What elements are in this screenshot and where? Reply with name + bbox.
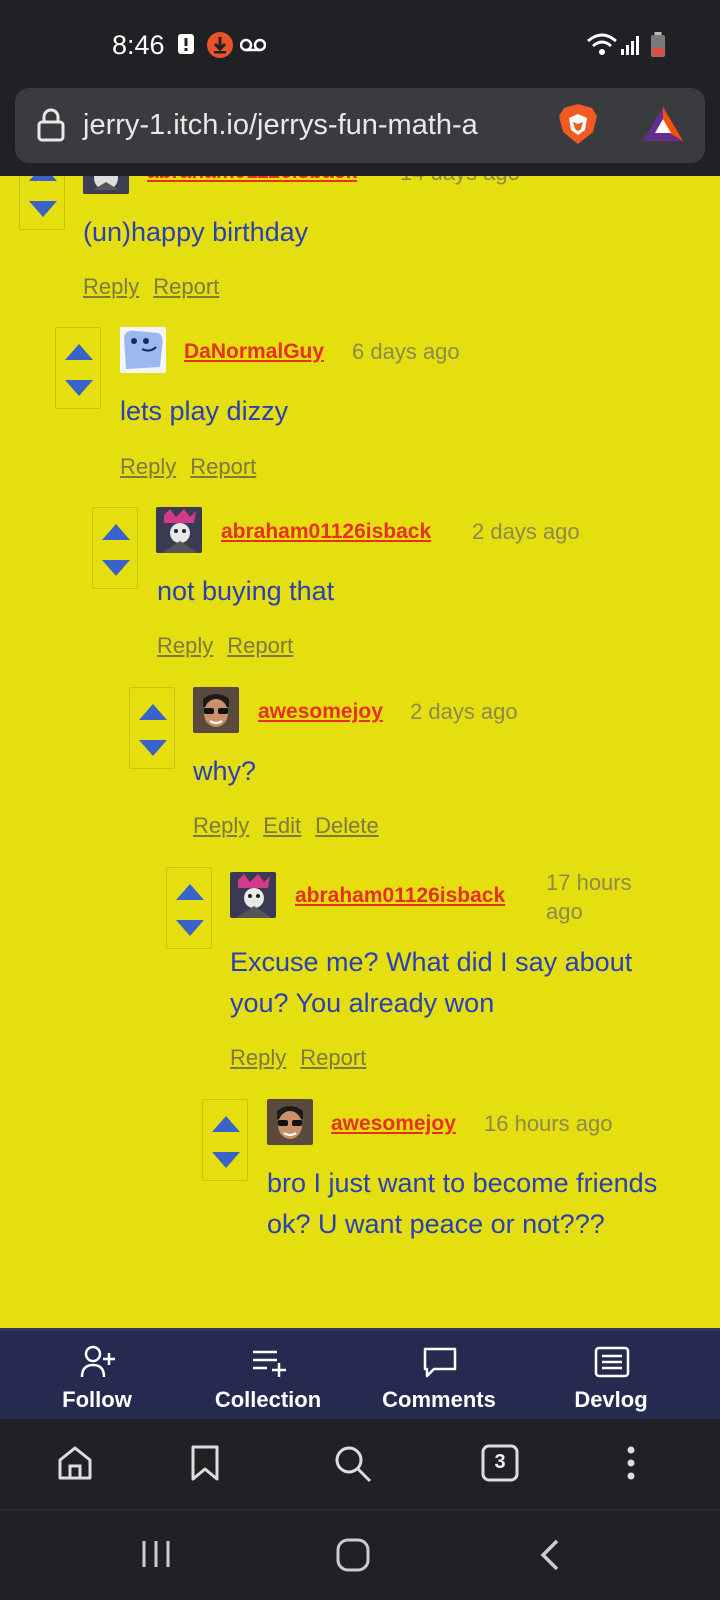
comment-actions: Reply Report	[83, 274, 233, 300]
downvote-button[interactable]	[65, 380, 93, 396]
upvote-button[interactable]	[176, 884, 204, 900]
game-action-bar: Follow Collection Comments Devlog	[0, 1328, 720, 1419]
comment-icon	[423, 1347, 457, 1378]
comment-actions: Reply Report	[157, 633, 307, 659]
wifi-icon	[586, 32, 618, 63]
tab-count: 3	[494, 1451, 506, 1473]
reply-link[interactable]: Reply	[193, 813, 249, 838]
avatar[interactable]	[120, 327, 166, 373]
comment-actions: Reply Report	[230, 1045, 380, 1071]
comment-time[interactable]: 2 days ago	[410, 699, 518, 725]
comment-author[interactable]: DaNormalGuy	[184, 340, 324, 364]
voicemail-icon	[239, 38, 267, 57]
collection-label: Collection	[214, 1387, 322, 1412]
upvote-button[interactable]	[212, 1116, 240, 1132]
comment-author[interactable]: awesomejoy	[331, 1112, 456, 1136]
comment-time[interactable]: ago	[546, 899, 583, 925]
report-link[interactable]: Report	[190, 454, 256, 479]
avatar[interactable]	[156, 507, 202, 553]
recent-apps-icon[interactable]	[139, 1538, 173, 1575]
avatar[interactable]	[83, 176, 129, 194]
status-bar: 8:46	[0, 0, 720, 88]
comments-label: Comments	[382, 1387, 496, 1412]
devlog-label: Devlog	[574, 1387, 648, 1412]
comment-body: bro I just want to become friends ok? U …	[267, 1168, 658, 1239]
reply-link[interactable]: Reply	[157, 633, 213, 658]
search-icon[interactable]	[333, 1444, 373, 1489]
reply-link[interactable]: Reply	[120, 454, 176, 479]
alert-icon	[177, 33, 195, 60]
report-link[interactable]: Report	[227, 633, 293, 658]
vote-box	[92, 507, 138, 589]
downvote-button[interactable]	[139, 740, 167, 756]
add-to-collection-icon	[253, 1350, 286, 1377]
downvote-button[interactable]	[176, 920, 204, 936]
comment-actions: Reply Report	[120, 454, 270, 480]
vote-box	[202, 1099, 248, 1181]
report-link[interactable]: Report	[153, 274, 219, 299]
avatar[interactable]	[193, 687, 239, 733]
system-nav-bar	[0, 1509, 720, 1600]
comment-time[interactable]: 2 days ago	[472, 519, 580, 545]
download-notification-icon	[206, 31, 234, 64]
avatar[interactable]	[267, 1099, 313, 1145]
more-menu-icon[interactable]	[623, 1444, 639, 1487]
comment-author[interactable]: awesomejoy	[258, 700, 383, 724]
comment-body: not buying that	[157, 576, 335, 606]
tabs-button[interactable]: 3	[481, 1444, 519, 1487]
comment-actions: Reply Edit Delete	[193, 813, 393, 839]
back-icon[interactable]	[538, 1538, 562, 1577]
upvote-button[interactable]	[65, 344, 93, 360]
downvote-button[interactable]	[29, 201, 57, 217]
reply-link[interactable]: Reply	[230, 1045, 286, 1070]
comment-time[interactable]: 14 days ago	[400, 176, 520, 186]
comment-body: (un)happy birthday	[83, 217, 309, 247]
vote-box	[19, 176, 65, 230]
comments-list: abraham01126isback 14 days ago (un)happy…	[0, 176, 720, 1328]
comments-button[interactable]: Comments	[354, 1331, 524, 1422]
comment-author[interactable]: abraham01126isback	[147, 176, 357, 184]
comment-author[interactable]: abraham01126isback	[221, 520, 431, 544]
upvote-button[interactable]	[102, 524, 130, 540]
comment-body: why?	[193, 756, 257, 786]
comment-body: Excuse me? What did I say about you? You…	[230, 947, 633, 1018]
lock-icon[interactable]	[37, 108, 65, 147]
upvote-button[interactable]	[29, 176, 57, 181]
vote-box	[166, 867, 212, 949]
comment-author[interactable]: abraham01126isback	[295, 884, 505, 908]
follow-label: Follow	[62, 1387, 132, 1412]
bookmark-icon[interactable]	[190, 1444, 220, 1487]
devlog-icon	[594, 1346, 630, 1378]
vote-box	[129, 687, 175, 769]
url-text[interactable]: jerry-1.itch.io/jerrys-fun-math-a	[83, 109, 478, 142]
downvote-button[interactable]	[102, 560, 130, 576]
downvote-button[interactable]	[212, 1152, 240, 1168]
brave-shields-icon[interactable]	[557, 102, 599, 151]
reply-link[interactable]: Reply	[83, 274, 139, 299]
upvote-button[interactable]	[139, 704, 167, 720]
avatar[interactable]	[230, 872, 276, 918]
status-time: 8:46	[112, 30, 165, 60]
home-nav-icon[interactable]	[336, 1538, 370, 1577]
follow-user-icon	[80, 1345, 115, 1378]
comment-time[interactable]: 6 days ago	[352, 339, 460, 365]
report-link[interactable]: Report	[300, 1045, 366, 1070]
browser-header: jerry-1.itch.io/jerrys-fun-math-a	[0, 88, 720, 176]
comment-time[interactable]: 17 hours	[546, 870, 632, 896]
address-bar[interactable]: jerry-1.itch.io/jerrys-fun-math-a	[15, 88, 705, 163]
delete-link[interactable]: Delete	[315, 813, 379, 838]
comment-time[interactable]: 16 hours ago	[484, 1111, 612, 1137]
battery-icon	[650, 32, 666, 63]
signal-icon	[620, 34, 642, 61]
devlog-button[interactable]: Devlog	[526, 1331, 696, 1422]
brave-rewards-icon[interactable]	[641, 105, 685, 148]
home-icon[interactable]	[56, 1444, 94, 1487]
browser-toolbar: 3	[0, 1419, 720, 1509]
comment-body: lets play dizzy	[120, 396, 289, 426]
collection-button[interactable]: Collection	[183, 1331, 353, 1422]
vote-box	[55, 327, 101, 409]
follow-button[interactable]: Follow	[12, 1331, 182, 1422]
edit-link[interactable]: Edit	[263, 813, 301, 838]
